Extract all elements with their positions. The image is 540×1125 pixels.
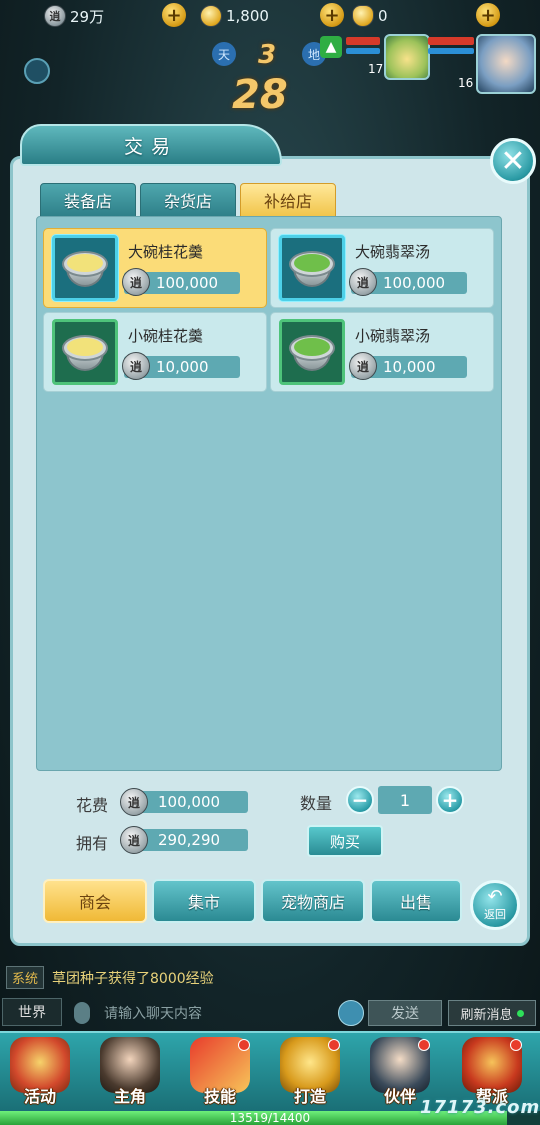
soup-bowl-icon (287, 243, 337, 293)
item-name: 大碗翡翠汤 (355, 243, 431, 261)
gold-coin-icon (200, 5, 222, 27)
site-watermark: 17173.com (420, 1097, 540, 1118)
market-button[interactable]: 集市 (152, 879, 256, 923)
shop-tabs: 装备店 杂货店 补给店 (40, 183, 336, 217)
silver-resource: 逍 29万 (44, 4, 104, 28)
hero-avatar[interactable] (476, 34, 536, 94)
emoji-icon[interactable] (338, 1000, 364, 1026)
nav-label: 活动 (23, 1087, 56, 1106)
increase-quantity-button[interactable]: + (436, 786, 464, 814)
nav-label: 主角 (113, 1087, 146, 1106)
ingot-resource: 0 (352, 4, 388, 28)
nav-activity[interactable]: 活动 (0, 1035, 80, 1111)
nav-hero[interactable]: 主角 (90, 1035, 170, 1111)
silver-coin-icon: 逍 (349, 268, 377, 296)
system-tag: 系统 (6, 966, 45, 989)
back-arrow-icon: ↶ (487, 886, 503, 907)
pet-shop-button[interactable]: 宠物商店 (261, 879, 365, 923)
pet-level: 17 (368, 62, 384, 76)
notification-dot-icon (328, 1039, 340, 1051)
tab-supply-shop[interactable]: 补给店 (240, 183, 336, 217)
notification-dot-icon (238, 1039, 250, 1051)
system-message-line: 系统 草团种子获得了8000经验 (6, 966, 214, 989)
item-icon-frame (52, 319, 118, 385)
chamber-of-commerce-button[interactable]: 商会 (43, 879, 147, 923)
back-button[interactable]: ↶ 返回 (470, 880, 520, 930)
ingot-icon (352, 5, 374, 27)
send-button[interactable]: 发送 (368, 1000, 442, 1026)
sell-button[interactable]: 出售 (370, 879, 462, 923)
buff-up-icon: ▲ (320, 36, 342, 58)
notification-dot-icon (510, 1039, 522, 1051)
soup-bowl-icon (60, 327, 110, 377)
quantity-value[interactable]: 1 (378, 786, 432, 814)
silver-coin-icon: 逍 (120, 788, 148, 816)
soup-bowl-icon (60, 243, 110, 293)
online-dot-icon (516, 1009, 524, 1017)
ingot-amount: 0 (378, 7, 388, 25)
refresh-messages-button[interactable]: 刷新消息 (448, 1000, 536, 1026)
item-card-large-jade-soup[interactable]: 大碗翡翠汤 100,000 逍 (270, 228, 494, 308)
mp-bar-2 (428, 48, 474, 54)
close-button[interactable]: ✕ (490, 138, 536, 184)
resource-bar: 逍 29万 + 1,800 + 0 + (0, 0, 540, 32)
gold-resource: 1,800 (200, 4, 269, 28)
close-icon: ✕ (500, 143, 526, 179)
buy-button[interactable]: 购买 (307, 825, 383, 857)
back-label: 返回 (484, 908, 506, 921)
silver-coin-icon: 逍 (349, 352, 377, 380)
add-gold-button[interactable]: + (320, 3, 344, 27)
add-silver-button[interactable]: + (162, 3, 186, 27)
chat-input[interactable]: 请输入聊天内容 (66, 1000, 336, 1026)
nav-label: 打造 (293, 1087, 326, 1106)
hero-level: 16 (458, 76, 474, 90)
moon-icon[interactable] (24, 58, 50, 84)
quantity-label: 数量 (300, 794, 333, 813)
item-icon-frame (279, 319, 345, 385)
item-name: 大碗桂花羹 (128, 243, 204, 261)
item-card-small-osmanthus-soup[interactable]: 小碗桂花羹 10,000 逍 (43, 312, 267, 392)
silver-coin-icon: 逍 (122, 352, 150, 380)
team-badge-left: 天 (212, 42, 236, 66)
item-name: 小碗桂花羹 (128, 327, 204, 345)
silver-coin-icon: 逍 (120, 826, 148, 854)
decrease-quantity-button[interactable]: − (346, 786, 374, 814)
cost-label: 花费 (76, 796, 109, 815)
mp-bar-1 (346, 48, 380, 54)
refresh-label: 刷新消息 (460, 1007, 513, 1023)
silver-amount: 29万 (70, 7, 105, 26)
system-message: 草团种子获得了8000经验 (52, 970, 214, 987)
tab-equipment-shop[interactable]: 装备店 (40, 183, 136, 217)
nav-skills[interactable]: 技能 (180, 1035, 260, 1111)
pet-avatar[interactable] (384, 34, 430, 80)
hp-bar-1 (346, 37, 380, 45)
owned-label: 拥有 (76, 834, 109, 853)
tab-grocery-shop[interactable]: 杂货店 (140, 183, 236, 217)
nav-label: 技能 (203, 1087, 236, 1106)
item-icon-frame (52, 235, 118, 301)
world-channel-button[interactable]: 世界 (2, 998, 62, 1026)
add-ingot-button[interactable]: + (476, 3, 500, 27)
hp-bar-2 (428, 37, 474, 45)
item-card-small-jade-soup[interactable]: 小碗翡翠汤 10,000 逍 (270, 312, 494, 392)
gold-amount: 1,800 (226, 7, 269, 25)
nav-forge[interactable]: 打造 (270, 1035, 350, 1111)
soup-bowl-icon (287, 327, 337, 377)
item-icon-frame (279, 235, 345, 301)
dialog-title: 交易 (20, 124, 282, 166)
silver-coin-icon: 逍 (122, 268, 150, 296)
round-number: 3 (258, 40, 277, 70)
item-name: 小碗翡翠汤 (355, 327, 431, 345)
round-timer: 28 (232, 72, 288, 118)
notification-dot-icon (418, 1039, 430, 1051)
silver-coin-icon: 逍 (44, 5, 66, 27)
item-card-large-osmanthus-soup[interactable]: 大碗桂花羹 100,000 逍 (43, 228, 267, 308)
